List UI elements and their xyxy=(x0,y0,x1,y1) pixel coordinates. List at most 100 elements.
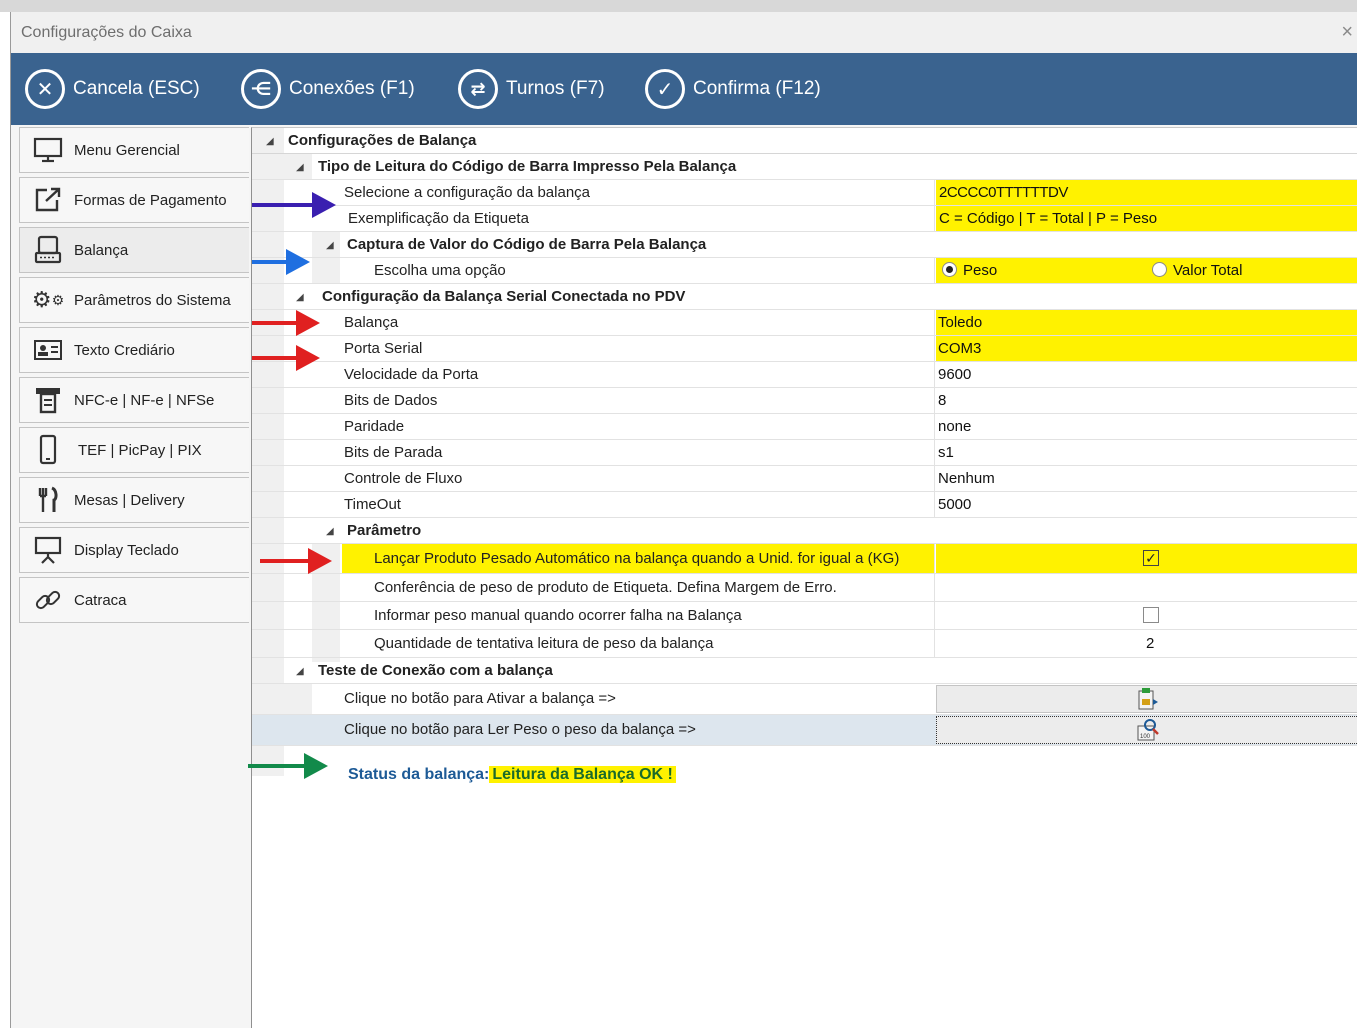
property-label: Velocidade da Porta xyxy=(344,366,479,383)
property-row[interactable]: Controle de Fluxo Nenhum xyxy=(252,466,1357,492)
radio-label: Peso xyxy=(963,262,998,279)
sidebar-item-label: Texto Crediário xyxy=(74,341,175,359)
radio-valor-total[interactable]: Valor Total xyxy=(1152,262,1243,279)
settings-window: Configurações do Caixa × ✕ Cancela (ESC)… xyxy=(10,12,1357,1028)
property-row[interactable]: Velocidade da Porta 9600 xyxy=(252,362,1357,388)
read-attempts-value[interactable]: 2 xyxy=(1146,635,1154,652)
property-row[interactable]: Bits de Parada s1 xyxy=(252,440,1357,466)
shifts-button[interactable]: ⇄ Turnos (F7) xyxy=(458,67,605,111)
sidebar-item-balanca[interactable]: Balança xyxy=(19,227,249,273)
sidebar-item-nfce[interactable]: NFC-e | NF-e | NFSe xyxy=(19,377,249,423)
sidebar-item-parametros[interactable]: ⚙ ⚙ Parâmetros do Sistema xyxy=(19,277,249,323)
port-speed-value[interactable]: 9600 xyxy=(938,366,971,383)
property-row[interactable]: Lançar Produto Pesado Automático na bala… xyxy=(252,544,1357,574)
group-row[interactable]: ◢ Tipo de Leitura do Código de Barra Imp… xyxy=(252,154,1357,180)
highlight xyxy=(936,258,1357,283)
share-icon: ⋲ xyxy=(241,69,281,109)
data-bits-value[interactable]: 8 xyxy=(938,392,946,409)
sidebar-item-label: Formas de Pagamento xyxy=(74,191,227,209)
sidebar-item-label: Parâmetros do Sistema xyxy=(74,291,231,309)
sidebar-item-texto-crediario[interactable]: Texto Crediário xyxy=(19,327,249,373)
group-row[interactable]: ◢ Configuração da Balança Serial Conecta… xyxy=(252,284,1357,310)
sidebar-item-formas-pagamento[interactable]: Formas de Pagamento xyxy=(19,177,249,223)
connections-button[interactable]: ⋲ Conexões (F1) xyxy=(241,67,415,111)
property-label: Escolha uma opção xyxy=(374,262,506,279)
subgroup-row[interactable]: ◢ Parâmetro xyxy=(252,518,1357,544)
sidebar-item-catraca[interactable]: Catraca xyxy=(19,577,249,623)
connections-label: Conexões (F1) xyxy=(289,78,415,99)
sidebar-item-menu-gerencial[interactable]: Menu Gerencial xyxy=(19,127,249,173)
status-label: Status da balança: xyxy=(348,766,490,783)
label-example-value: C = Código | T = Total | P = Peso xyxy=(939,210,1158,227)
sidebar-item-label: NFC-e | NF-e | NFSe xyxy=(74,391,215,409)
root-category-row[interactable]: ◢ Configurações de Balança xyxy=(252,128,1357,154)
group-title: Teste de Conexão com a balança xyxy=(318,662,553,679)
background-strip xyxy=(0,0,1357,12)
checkbox-unchecked[interactable] xyxy=(1143,607,1159,623)
collapse-icon[interactable]: ◢ xyxy=(296,292,304,303)
column-separator xyxy=(934,466,935,491)
property-row[interactable]: Balança Toledo xyxy=(252,310,1357,336)
property-label: Conferência de peso de produto de Etique… xyxy=(374,579,837,596)
collapse-icon[interactable]: ◢ xyxy=(296,666,304,677)
root-category-title: Configurações de Balança xyxy=(288,132,477,149)
check-icon: ✓ xyxy=(645,69,685,109)
sidebar-item-label: TEF | PicPay | PIX xyxy=(78,441,202,459)
column-separator xyxy=(934,206,935,231)
serial-port-value[interactable]: COM3 xyxy=(938,340,981,357)
property-row[interactable]: Quantidade de tentativa leitura de peso … xyxy=(252,630,1357,658)
column-separator xyxy=(934,362,935,387)
property-row-selected[interactable]: Clique no botão para Ler Peso o peso da … xyxy=(252,715,1357,746)
property-label: Bits de Dados xyxy=(344,392,438,409)
collapse-icon[interactable]: ◢ xyxy=(326,526,334,537)
collapse-icon[interactable]: ◢ xyxy=(296,162,304,173)
property-row[interactable]: Clique no botão para Ativar a balança => xyxy=(252,684,1357,715)
flow-control-value[interactable]: Nenhum xyxy=(938,470,995,487)
property-label: Porta Serial xyxy=(344,340,423,357)
close-icon[interactable]: × xyxy=(1341,21,1353,44)
property-label: Lançar Produto Pesado Automático na bala… xyxy=(374,550,900,567)
column-separator xyxy=(934,630,935,657)
title-bar: Configurações do Caixa × xyxy=(11,12,1357,53)
column-separator xyxy=(934,544,935,573)
subgroup-title: Parâmetro xyxy=(347,522,422,539)
external-link-icon xyxy=(30,185,66,215)
shuffle-icon: ⇄ xyxy=(458,69,498,109)
activate-scale-button[interactable] xyxy=(936,685,1357,713)
sidebar-item-mesas[interactable]: Mesas | Delivery xyxy=(19,477,249,523)
parity-value[interactable]: none xyxy=(938,418,971,435)
property-row[interactable]: Exemplificação da Etiqueta C = Código | … xyxy=(252,206,1357,232)
group-row[interactable]: ◢ Teste de Conexão com a balança xyxy=(252,658,1357,684)
barcode-config-value[interactable]: 2CCCC0TTTTTTDV xyxy=(939,184,1068,201)
cancel-button[interactable]: ✕ Cancela (ESC) xyxy=(25,67,200,111)
sidebar-item-label: Balança xyxy=(74,241,129,259)
scale-status: Status da balança: Leitura da Balança OK … xyxy=(348,766,676,784)
radio-peso[interactable]: Peso xyxy=(942,262,997,279)
timeout-value[interactable]: 5000 xyxy=(938,496,971,513)
property-row[interactable]: Informar peso manual quando ocorrer falh… xyxy=(252,602,1357,630)
property-row[interactable]: Selecione a configuração da balança 2CCC… xyxy=(252,180,1357,206)
collapse-icon[interactable]: ◢ xyxy=(326,240,334,251)
subgroup-row[interactable]: ◢ Captura de Valor do Código de Barra Pe… xyxy=(252,232,1357,258)
read-weight-button[interactable]: 100 xyxy=(936,716,1357,744)
fork-knife-icon xyxy=(30,485,66,515)
confirm-button[interactable]: ✓ Confirma (F12) xyxy=(645,67,821,111)
group-title: Tipo de Leitura do Código de Barra Impre… xyxy=(318,158,737,175)
scale-model-value[interactable]: Toledo xyxy=(938,314,982,331)
sidebar-item-tef[interactable]: TEF | PicPay | PIX xyxy=(19,427,249,473)
property-row[interactable]: TimeOut 5000 xyxy=(252,492,1357,518)
property-label: Quantidade de tentativa leitura de peso … xyxy=(374,635,714,652)
checkbox-checked[interactable]: ✓ xyxy=(1143,550,1159,566)
collapse-icon[interactable]: ◢ xyxy=(266,136,274,147)
stop-bits-value[interactable]: s1 xyxy=(938,444,954,461)
status-value: Leitura da Balança OK ! xyxy=(489,766,676,783)
sidebar-item-label: Catraca xyxy=(74,591,127,609)
property-row[interactable]: Porta Serial COM3 xyxy=(252,336,1357,362)
property-row[interactable]: Paridade none xyxy=(252,414,1357,440)
gears-icon: ⚙ ⚙ xyxy=(31,287,65,312)
property-row[interactable]: Conferência de peso de produto de Etique… xyxy=(252,574,1357,602)
property-row[interactable]: Escolha uma opção Peso Valor Total xyxy=(252,258,1357,284)
sidebar-item-display-teclado[interactable]: Display Teclado xyxy=(19,527,249,573)
property-label: Informar peso manual quando ocorrer falh… xyxy=(374,607,742,624)
property-row[interactable]: Bits de Dados 8 xyxy=(252,388,1357,414)
